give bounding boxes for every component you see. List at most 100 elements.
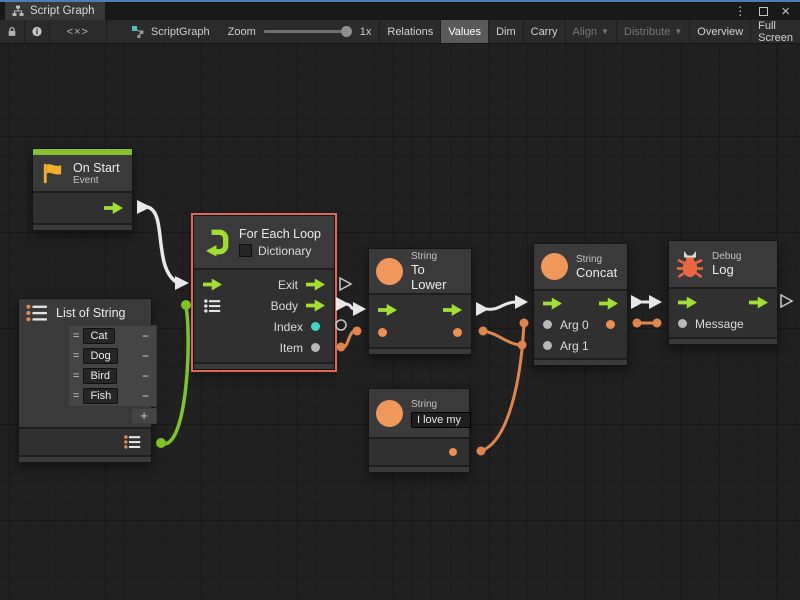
list-item-row: = Fish − — [69, 386, 156, 406]
list-item-row: = Bird − — [69, 366, 156, 386]
flow-output-port[interactable] — [104, 202, 123, 214]
node-subtitle: Event — [73, 175, 120, 186]
node-list-of-string[interactable]: List of String = Cat − = Dog − = — [18, 298, 152, 463]
message-input-port[interactable] — [678, 319, 687, 328]
node-title: Concat — [576, 265, 617, 280]
graph-toolbar: <×> ScriptGraph Zoom 1x Relations Values… — [0, 20, 800, 44]
flow-output-port[interactable] — [599, 298, 618, 310]
string-input-port[interactable] — [378, 328, 387, 337]
exit-port-indicator — [340, 278, 351, 290]
info-icon — [32, 25, 42, 38]
result-output-port[interactable] — [606, 320, 615, 329]
chevron-down-icon: ▼ — [674, 27, 682, 36]
node-title: To Lower — [411, 262, 462, 292]
code-view-button[interactable]: <×> — [50, 20, 107, 43]
wire-list-to-foreach — [156, 300, 191, 448]
port-label-body: Body — [271, 299, 298, 313]
list-item-value[interactable]: Dog — [83, 348, 117, 364]
node-footer — [369, 347, 471, 354]
flow-output-port[interactable] — [749, 297, 768, 309]
remove-item-button[interactable]: − — [139, 349, 152, 363]
script-graph-icon — [131, 25, 145, 38]
list-output-port[interactable] — [123, 435, 142, 449]
zoom-label: Zoom — [228, 26, 256, 38]
wire-tolower-to-arg1 — [479, 327, 527, 350]
chevron-down-icon: ▼ — [601, 27, 609, 36]
drag-handle[interactable]: = — [73, 330, 79, 342]
node-string-to-lower[interactable]: String To Lower — [368, 248, 472, 355]
graph-canvas[interactable]: On Start Event List of — [0, 44, 800, 600]
remove-item-button[interactable]: − — [139, 329, 152, 343]
port-label-exit: Exit — [278, 278, 298, 292]
wire-item-to-tolower — [337, 327, 362, 352]
node-footer — [33, 223, 132, 230]
info-button[interactable] — [25, 20, 49, 43]
overview-button[interactable]: Overview — [689, 20, 750, 43]
node-footer — [534, 358, 627, 365]
log-exit-port-indicator — [781, 295, 792, 307]
node-category: Debug — [712, 251, 741, 262]
node-string-literal[interactable]: String — [368, 388, 470, 473]
node-string-concat[interactable]: String Concat Arg 0 Arg 1 — [533, 243, 628, 366]
hierarchy-icon — [12, 5, 24, 17]
list-item-value[interactable]: Fish — [83, 388, 118, 404]
drag-handle[interactable]: = — [73, 350, 79, 362]
index-port-indicator — [336, 320, 346, 330]
node-footer — [369, 465, 469, 472]
dim-button[interactable]: Dim — [488, 20, 523, 43]
breadcrumb[interactable]: ScriptGraph — [121, 20, 220, 43]
breadcrumb-label: ScriptGraph — [151, 26, 210, 38]
wire-onstart-to-foreach — [137, 200, 189, 290]
flow-output-port[interactable] — [443, 304, 462, 316]
values-button[interactable]: Values — [440, 20, 488, 43]
node-on-start[interactable]: On Start Event — [32, 148, 133, 231]
port-label-arg1: Arg 1 — [560, 339, 589, 353]
body-output-port[interactable] — [306, 300, 325, 312]
fullscreen-button[interactable]: Full Screen — [750, 20, 800, 43]
flow-input-port[interactable] — [203, 279, 222, 291]
zoom-slider-handle[interactable] — [341, 26, 352, 37]
remove-item-button[interactable]: − — [139, 389, 152, 403]
dictionary-checkbox[interactable] — [239, 244, 252, 257]
zoom-value: 1x — [360, 26, 372, 38]
tab-script-graph[interactable]: Script Graph — [5, 2, 105, 20]
add-item-button[interactable]: + — [131, 408, 157, 424]
zoom-slider[interactable] — [264, 30, 352, 33]
node-title: For Each Loop — [239, 227, 321, 241]
node-for-each-loop[interactable]: For Each Loop Dictionary Exit — [193, 215, 335, 370]
flow-input-port[interactable] — [678, 297, 697, 309]
collection-input-port[interactable] — [203, 299, 222, 313]
drag-handle[interactable]: = — [73, 370, 79, 382]
flow-input-port[interactable] — [543, 298, 562, 310]
port-label-arg0: Arg 0 — [560, 318, 589, 332]
exit-output-port[interactable] — [306, 279, 325, 291]
distribute-button[interactable]: Distribute ▼ — [616, 20, 689, 43]
result-output-port[interactable] — [453, 328, 462, 337]
lock-button[interactable] — [0, 20, 24, 43]
window-menu-button[interactable]: ⋮ — [734, 4, 746, 18]
align-button[interactable]: Align ▼ — [565, 20, 616, 43]
node-category: String — [576, 254, 617, 265]
wire-tolower-to-concat — [476, 295, 528, 316]
node-debug-log[interactable]: Debug Log Message — [668, 240, 778, 345]
value-output-port[interactable] — [449, 448, 457, 456]
list-item-value[interactable]: Cat — [83, 328, 114, 344]
window-maximize-button[interactable] — [759, 7, 768, 16]
bug-icon — [676, 249, 704, 279]
list-item-row: = Cat − — [69, 326, 156, 346]
node-footer — [19, 455, 151, 462]
item-output-port[interactable] — [311, 343, 320, 352]
string-type-icon — [376, 400, 403, 427]
drag-handle[interactable]: = — [73, 390, 79, 402]
arg1-input-port[interactable] — [543, 341, 552, 350]
arg0-input-port[interactable] — [543, 320, 552, 329]
wire-literal-to-arg0 — [477, 319, 529, 456]
window-close-button[interactable]: × — [781, 3, 790, 20]
remove-item-button[interactable]: − — [139, 369, 152, 383]
list-item-value[interactable]: Bird — [83, 368, 117, 384]
relations-button[interactable]: Relations — [379, 20, 440, 43]
string-value-field[interactable] — [411, 412, 471, 428]
index-output-port[interactable] — [311, 322, 320, 331]
flow-input-port[interactable] — [378, 304, 397, 316]
carry-button[interactable]: Carry — [523, 20, 565, 43]
